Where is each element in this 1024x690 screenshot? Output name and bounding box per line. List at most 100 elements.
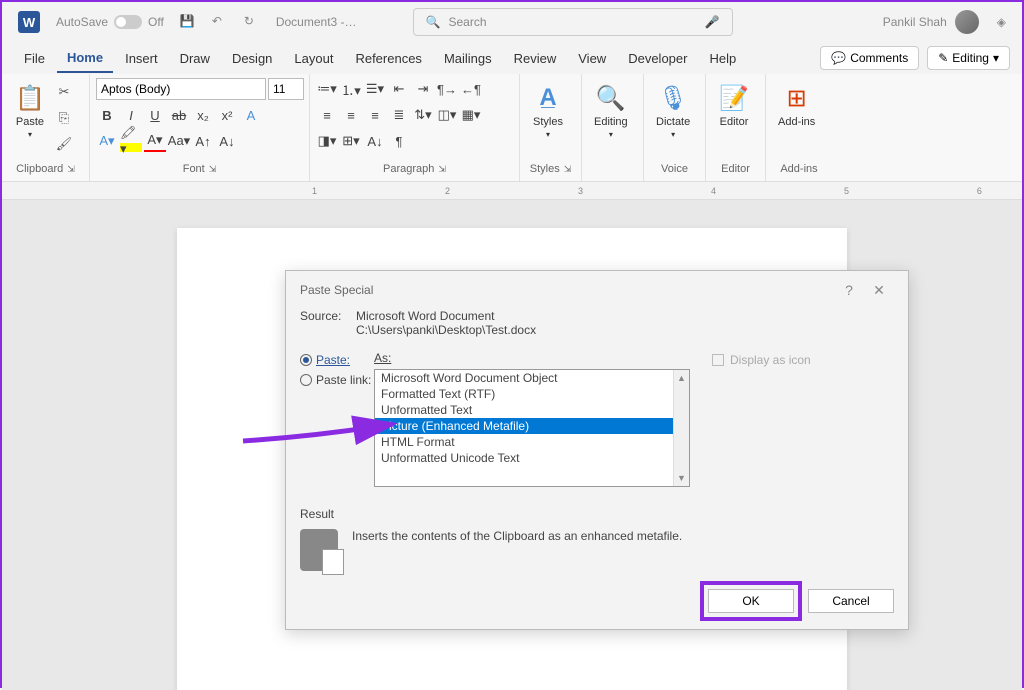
save-icon[interactable]: 💾 <box>180 14 196 30</box>
menubar: FileHomeInsertDrawDesignLayoutReferences… <box>2 42 1022 74</box>
borders2-button[interactable]: ⊞▾ <box>340 130 362 152</box>
user-account[interactable]: Pankil Shah ◈ <box>883 10 1006 34</box>
menu-developer[interactable]: Developer <box>618 45 697 72</box>
text-effects-button[interactable]: A <box>240 104 262 126</box>
list-item[interactable]: Formatted Text (RTF) <box>375 386 689 402</box>
shrink-font-button[interactable]: A↓ <box>216 130 238 152</box>
paste-link-radio[interactable]: Paste link: <box>300 373 374 387</box>
search-input[interactable]: 🔍 Search 🎤 <box>413 8 733 36</box>
chevron-down-icon: ▾ <box>609 130 613 139</box>
menu-design[interactable]: Design <box>222 45 282 72</box>
undo-icon[interactable]: ↶ <box>212 14 228 30</box>
list-item[interactable]: Unformatted Unicode Text <box>375 450 689 466</box>
justify-button[interactable]: ≣ <box>388 104 410 126</box>
ruler[interactable]: 123456 <box>2 182 1022 200</box>
paste-button[interactable]: 📋 Paste ▾ <box>8 78 52 143</box>
menu-mailings[interactable]: Mailings <box>434 45 502 72</box>
font-size-select[interactable] <box>268 78 304 100</box>
cancel-button[interactable]: Cancel <box>808 589 894 613</box>
menu-home[interactable]: Home <box>57 44 113 73</box>
ruler-mark: 6 <box>977 186 982 196</box>
shading2-button[interactable]: ◨▾ <box>316 130 338 152</box>
radio-icon <box>300 354 312 366</box>
menu-help[interactable]: Help <box>699 45 746 72</box>
help-button[interactable]: ? <box>834 282 864 298</box>
font-family-select[interactable] <box>96 78 266 100</box>
multilevel-button[interactable]: ☰▾ <box>364 78 386 100</box>
mic-icon[interactable]: 🎤 <box>705 15 720 29</box>
list-item[interactable]: Unformatted Text <box>375 402 689 418</box>
menu-review[interactable]: Review <box>504 45 567 72</box>
document-name: Document3 -… <box>276 15 357 29</box>
cut-icon[interactable]: ✂ <box>54 82 74 102</box>
close-button[interactable]: ✕ <box>864 282 894 299</box>
copy-icon[interactable]: ⎘ <box>54 108 74 128</box>
ok-button[interactable]: OK <box>708 589 794 613</box>
line-spacing-button[interactable]: ⇅▾ <box>412 104 434 126</box>
subscript-button[interactable]: x₂ <box>192 104 214 126</box>
dialog-launcher-icon[interactable]: ⇲ <box>209 164 217 175</box>
format-painter-icon[interactable]: 🖌 <box>54 134 74 154</box>
grow-font-button[interactable]: A↑ <box>192 130 214 152</box>
scroll-down-icon[interactable]: ▼ <box>674 470 689 486</box>
menu-references[interactable]: References <box>345 45 431 72</box>
dialog-launcher-icon[interactable]: ⇲ <box>438 164 446 175</box>
app-icon: W <box>18 11 40 33</box>
italic-button[interactable]: I <box>120 104 142 126</box>
scroll-up-icon[interactable]: ▲ <box>674 370 689 386</box>
redo-icon[interactable]: ↻ <box>244 14 260 30</box>
align-center-button[interactable]: ≡ <box>340 104 362 126</box>
borders-button[interactable]: ▦▾ <box>460 104 482 126</box>
find-icon: 🔍 <box>595 82 627 114</box>
diamond-icon[interactable]: ◈ <box>997 15 1006 29</box>
menu-draw[interactable]: Draw <box>170 45 220 72</box>
strikethrough-button[interactable]: ab <box>168 104 190 126</box>
list-item[interactable]: HTML Format <box>375 434 689 450</box>
toggle-switch[interactable] <box>114 15 142 29</box>
user-name: Pankil Shah <box>883 15 947 29</box>
paste-radio[interactable]: Paste: <box>300 353 374 367</box>
decrease-indent-button[interactable]: ⇤ <box>388 78 410 100</box>
comments-button[interactable]: 💬 Comments <box>820 46 919 70</box>
list-item[interactable]: Picture (Enhanced Metafile) <box>375 418 689 434</box>
superscript-button[interactable]: x² <box>216 104 238 126</box>
menu-insert[interactable]: Insert <box>115 45 168 72</box>
change-case-button[interactable]: Aa▾ <box>168 130 190 152</box>
font-color-button[interactable]: A▾ <box>144 130 166 152</box>
increase-indent-button[interactable]: ⇥ <box>412 78 434 100</box>
result-label: Result <box>300 507 894 521</box>
editing-mode-button[interactable]: ✎ Editing ▾ <box>927 46 1010 70</box>
search-icon: 🔍 <box>426 15 441 29</box>
dialog-titlebar[interactable]: Paste Special ? ✕ <box>286 271 908 309</box>
font-outline-button[interactable]: A▾ <box>96 130 118 152</box>
align-left-button[interactable]: ≡ <box>316 104 338 126</box>
dictate-button[interactable]: 🎙Dictate▾ <box>650 78 696 143</box>
menu-layout[interactable]: Layout <box>284 45 343 72</box>
menu-file[interactable]: File <box>14 45 55 72</box>
align-right-button[interactable]: ≡ <box>364 104 386 126</box>
show-marks-button[interactable]: ¶ <box>388 130 410 152</box>
styles-button[interactable]: A̲Styles▾ <box>526 78 570 143</box>
underline-button[interactable]: U <box>144 104 166 126</box>
bold-button[interactable]: B <box>96 104 118 126</box>
shading-button[interactable]: ◫▾ <box>436 104 458 126</box>
menu-view[interactable]: View <box>568 45 616 72</box>
addins-button[interactable]: ⊞Add-ins <box>772 78 821 132</box>
result-description: Inserts the contents of the Clipboard as… <box>352 529 682 543</box>
rtl-button[interactable]: ←¶ <box>460 78 482 100</box>
dialog-launcher-icon[interactable]: ⇲ <box>67 164 75 175</box>
ltr-button[interactable]: ¶→ <box>436 78 458 100</box>
dialog-launcher-icon[interactable]: ⇲ <box>564 164 572 175</box>
bullets-button[interactable]: ≔▾ <box>316 78 338 100</box>
numbering-button[interactable]: ⒈▾ <box>340 78 362 100</box>
sort-button[interactable]: A↓ <box>364 130 386 152</box>
highlight-button[interactable]: 🖍▾ <box>120 130 142 152</box>
autosave-toggle[interactable]: AutoSave Off <box>56 15 164 29</box>
format-listbox[interactable]: Microsoft Word Document ObjectFormatted … <box>374 369 690 487</box>
editing-button[interactable]: 🔍Editing▾ <box>588 78 634 143</box>
checkbox-icon <box>712 354 724 366</box>
paste-special-dialog: Paste Special ? ✕ Source: Microsoft Word… <box>285 270 909 630</box>
editor-button[interactable]: 📝Editor <box>712 78 756 132</box>
scrollbar[interactable]: ▲ ▼ <box>673 370 689 486</box>
list-item[interactable]: Microsoft Word Document Object <box>375 370 689 386</box>
